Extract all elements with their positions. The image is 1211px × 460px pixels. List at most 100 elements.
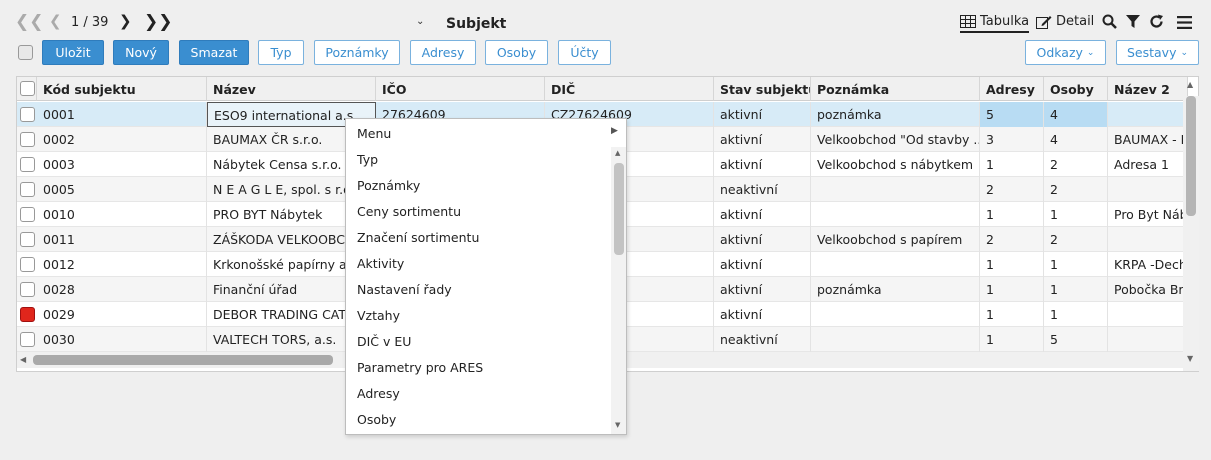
column-header[interactable]: Adresy (980, 77, 1044, 101)
table-cell[interactable]: 1 (980, 302, 1044, 327)
scroll-left-icon[interactable]: ◀ (20, 355, 26, 364)
context-menu-item[interactable]: Menu (346, 121, 610, 147)
table-cell[interactable]: poznámka (811, 102, 980, 127)
scroll-up-icon[interactable]: ▲ (1187, 80, 1193, 89)
table-cell[interactable]: 4 (1044, 102, 1108, 127)
context-menu-scrollbar[interactable]: ▲ ▼ (611, 147, 626, 434)
table-cell[interactable] (811, 202, 980, 227)
tab-detail[interactable]: Detail (1036, 14, 1094, 29)
last-page-icon[interactable]: ❯❯ (144, 14, 173, 31)
table-cell[interactable]: KRPA -Dech (1108, 252, 1188, 277)
select-all-checkbox-toolbar[interactable] (18, 45, 33, 60)
table-cell[interactable]: 0010 (37, 202, 207, 227)
new-button[interactable]: Nový (113, 40, 169, 65)
table-cell[interactable]: 1 (980, 252, 1044, 277)
table-cell[interactable]: 1 (1044, 252, 1108, 277)
table-cell[interactable]: 1 (1044, 277, 1108, 302)
table-cell[interactable]: 1 (1044, 202, 1108, 227)
context-menu-item[interactable]: Poznámky (346, 173, 610, 199)
persons-button[interactable]: Osoby (485, 40, 548, 65)
save-button[interactable]: Uložit (42, 40, 104, 65)
table-cell[interactable]: 5 (980, 102, 1044, 127)
table-cell[interactable]: BAUMAX - P (1108, 127, 1188, 152)
table-cell[interactable]: aktivní (714, 227, 811, 252)
table-cell[interactable]: 2 (1044, 152, 1108, 177)
menu-icon[interactable] (1177, 16, 1192, 29)
table-cell[interactable] (811, 302, 980, 327)
column-header[interactable]: Poznámka (811, 77, 980, 101)
column-header[interactable]: Stav subjektu (714, 77, 811, 101)
table-cell[interactable]: Pro Byt Náb (1108, 202, 1188, 227)
prev-page-icon[interactable]: ❮ (49, 14, 62, 29)
table-cell[interactable]: 1 (980, 327, 1044, 352)
row-checkbox[interactable] (20, 257, 35, 272)
column-header[interactable]: Název (207, 77, 376, 101)
context-menu-item[interactable]: Typ (346, 147, 610, 173)
table-cell[interactable]: Velkoobchod s nábytkem (811, 152, 980, 177)
table-cell[interactable]: neaktivní (714, 327, 811, 352)
context-menu-item[interactable]: Aktivity (346, 251, 610, 277)
table-cell[interactable] (811, 327, 980, 352)
table-cell[interactable]: aktivní (714, 127, 811, 152)
first-page-icon[interactable]: ❮❮ (15, 14, 44, 31)
table-cell[interactable]: 0029 (37, 302, 207, 327)
type-button[interactable]: Typ (258, 40, 304, 65)
table-cell[interactable]: 1 (1044, 302, 1108, 327)
horizontal-scroll-thumb[interactable] (33, 355, 333, 365)
row-checkbox[interactable] (20, 132, 35, 147)
row-checkbox[interactable] (20, 232, 35, 247)
table-cell[interactable] (1108, 227, 1188, 252)
row-checkbox[interactable] (20, 282, 35, 297)
table-cell[interactable]: 1 (980, 277, 1044, 302)
tab-table[interactable]: Tabulka (960, 14, 1030, 33)
scroll-down-icon[interactable]: ▼ (1187, 354, 1193, 363)
table-cell[interactable] (1108, 177, 1188, 202)
row-checkbox[interactable] (20, 107, 35, 122)
table-cell[interactable]: Pobočka Br (1108, 277, 1188, 302)
table-cell[interactable]: 2 (1044, 227, 1108, 252)
context-menu-item[interactable]: Adresy (346, 381, 610, 407)
table-cell[interactable]: 0011 (37, 227, 207, 252)
table-cell[interactable]: 5 (1044, 327, 1108, 352)
column-header[interactable]: Název 2 (1108, 77, 1188, 101)
column-header[interactable]: IČO (376, 77, 545, 101)
context-menu-item[interactable]: Značení sortimentu (346, 225, 610, 251)
table-cell[interactable]: 0012 (37, 252, 207, 277)
table-cell[interactable]: neaktivní (714, 177, 811, 202)
select-all-checkbox[interactable] (20, 81, 35, 96)
table-cell[interactable]: 0002 (37, 127, 207, 152)
table-cell[interactable]: 0005 (37, 177, 207, 202)
reports-dropdown[interactable]: Sestavy ⌄ (1116, 40, 1199, 65)
table-cell[interactable]: poznámka (811, 277, 980, 302)
links-dropdown[interactable]: Odkazy ⌄ (1025, 40, 1106, 65)
column-header[interactable]: Kód subjektu (37, 77, 207, 101)
context-menu-item[interactable]: Vztahy (346, 303, 610, 329)
table-cell[interactable] (811, 177, 980, 202)
table-cell[interactable]: aktivní (714, 302, 811, 327)
table-cell[interactable]: aktivní (714, 202, 811, 227)
row-checkbox[interactable] (20, 182, 35, 197)
row-checkbox[interactable] (20, 307, 35, 322)
table-cell[interactable] (1108, 302, 1188, 327)
delete-button[interactable]: Smazat (179, 40, 249, 65)
row-checkbox[interactable] (20, 332, 35, 347)
table-cell[interactable]: 0001 (37, 102, 207, 127)
addresses-button[interactable]: Adresy (410, 40, 476, 65)
refresh-icon[interactable] (1149, 14, 1164, 29)
table-cell[interactable]: 0003 (37, 152, 207, 177)
table-cell[interactable]: 3 (980, 127, 1044, 152)
context-menu-item[interactable]: Parametry pro ARES (346, 355, 610, 381)
chevron-down-icon[interactable]: ⌄ (416, 16, 424, 27)
table-cell[interactable]: aktivní (714, 277, 811, 302)
table-cell[interactable]: 1 (980, 152, 1044, 177)
table-cell[interactable]: 2 (1044, 177, 1108, 202)
table-cell[interactable]: Velkoobchod s papírem (811, 227, 980, 252)
context-menu-item[interactable]: Ceny sortimentu (346, 199, 610, 225)
table-cell[interactable]: Adresa 1 (1108, 152, 1188, 177)
table-cell[interactable] (1108, 102, 1188, 127)
accounts-button[interactable]: Účty (558, 40, 611, 65)
table-cell[interactable]: 0030 (37, 327, 207, 352)
table-cell[interactable]: Velkoobchod "Od stavby ... (811, 127, 980, 152)
table-cell[interactable] (1108, 327, 1188, 352)
context-menu-item[interactable]: DIČ v EU (346, 329, 610, 355)
